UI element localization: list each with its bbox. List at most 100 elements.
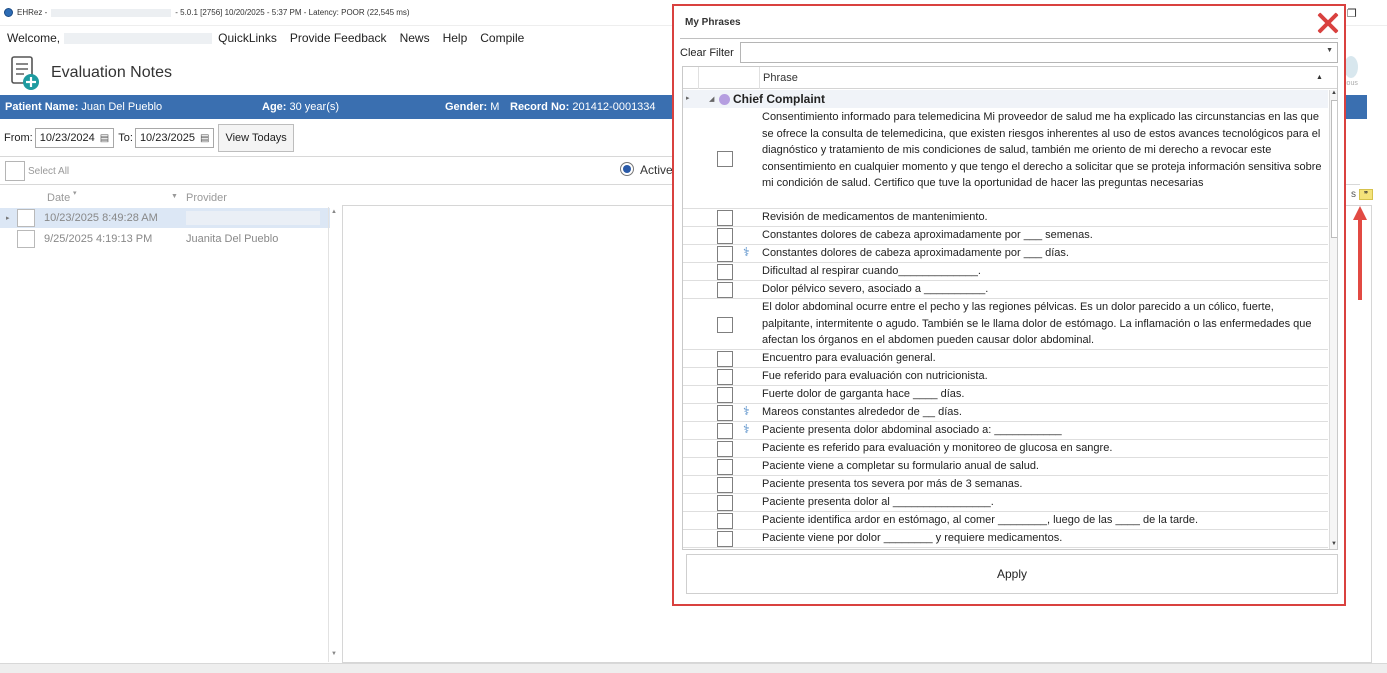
phrase-checkbox[interactable] [717, 317, 733, 333]
phrase-filter-dropdown[interactable]: ▼ [740, 42, 1338, 63]
phrase-row[interactable]: Paciente viene para seguimiento de sus c… [683, 548, 1328, 550]
phrase-row[interactable]: ⚕ Paciente presenta dolor abdominal asoci… [683, 422, 1328, 440]
phrase-text: Paciente presenta tos severa por más de … [762, 478, 1023, 490]
to-date-value: 10/23/2025 [139, 132, 195, 144]
phrase-row[interactable]: El dolor abdominal ocurre entre el pecho… [683, 299, 1328, 350]
view-todays-button[interactable]: View Todays [218, 124, 294, 152]
my-phrases-quote-icon[interactable]: ❞ [1359, 189, 1373, 200]
phrases-vertical-scrollbar[interactable]: ▲ ▼ [1329, 90, 1337, 549]
phrase-text: Fue referido para evaluación con nutrici… [762, 370, 988, 382]
filter-dropdown-icon[interactable]: ▼ [171, 193, 178, 200]
phrase-checkbox[interactable] [717, 369, 733, 385]
phrase-checkbox[interactable] [717, 513, 733, 529]
stethoscope-icon: ⚕ [743, 422, 750, 436]
column-date[interactable]: Date [47, 192, 70, 204]
divider [680, 38, 1338, 39]
phrase-row[interactable]: Constantes dolores de cabeza aproximadam… [683, 227, 1328, 245]
phrase-checkbox[interactable] [717, 495, 733, 511]
phrase-row[interactable]: Consentimiento informado para telemedici… [683, 109, 1328, 209]
phrase-text: Constantes dolores de cabeza aproximadam… [762, 247, 1069, 259]
select-all-row: Select All [0, 160, 69, 182]
phrase-row[interactable]: Encuentro para evaluación general. [683, 350, 1328, 368]
phrase-checkbox[interactable] [717, 477, 733, 493]
from-label: From: [4, 132, 33, 144]
chevron-down-icon[interactable]: ▼ [1326, 47, 1333, 54]
patient-gender: Gender: M [445, 101, 499, 113]
scroll-down-icon[interactable]: ▼ [1331, 541, 1337, 547]
phrase-text: El dolor abdominal ocurre entre el pecho… [762, 301, 1312, 346]
select-all-checkbox[interactable] [5, 161, 25, 181]
phrase-text: Consentimiento informado para telemedici… [762, 111, 1322, 189]
phrase-checkbox[interactable] [717, 264, 733, 280]
phrase-row[interactable]: Paciente presenta tos severa por más de … [683, 476, 1328, 494]
phrase-checkbox[interactable] [717, 549, 733, 550]
phrase-checkbox[interactable] [717, 210, 733, 226]
clear-filter-button[interactable]: Clear Filter [680, 42, 734, 64]
phrase-checkbox[interactable] [717, 351, 733, 367]
phrase-text: Paciente es referido para evaluación y m… [762, 442, 1113, 454]
restore-window-icon[interactable]: ❐ [1347, 7, 1357, 20]
redacted-user-name [64, 32, 213, 44]
phrase-row[interactable]: Revisión de medicamentos de mantenimient… [683, 209, 1328, 227]
phrase-row[interactable]: Paciente es referido para evaluación y m… [683, 440, 1328, 458]
patient-age: Age: 30 year(s) [262, 101, 339, 113]
phrase-checkbox[interactable] [717, 531, 733, 547]
phrase-row[interactable]: ⚕ Constantes dolores de cabeza aproximada… [683, 245, 1328, 263]
status-strip [0, 663, 1387, 673]
sort-ascending-icon[interactable]: ▲ [1316, 74, 1323, 81]
group-row-chief-complaint[interactable]: ▸ ◢ Chief Complaint [683, 90, 1328, 108]
menu-compile[interactable]: Compile [480, 31, 524, 45]
phrase-row[interactable]: Dolor pélvico severo, asociado a _______… [683, 281, 1328, 299]
note-row[interactable]: ▸ 10/23/2025 8:49:28 AM [0, 208, 330, 228]
from-date-field[interactable]: 10/23/2024 ▤ [34, 128, 115, 148]
to-date-field[interactable]: 10/23/2025 ▤ [134, 128, 215, 148]
phrase-row[interactable]: Paciente presenta dolor al _____________… [683, 494, 1328, 512]
phrase-checkbox[interactable] [717, 246, 733, 262]
close-icon[interactable] [1315, 10, 1341, 36]
note-row-checkbox[interactable] [17, 230, 35, 248]
apply-button[interactable]: Apply [686, 554, 1338, 594]
phrase-row[interactable]: ⚕ Mareos constantes alrededor de __ días. [683, 404, 1328, 422]
phrases-grid-header: Phrase ▲ [683, 67, 1337, 89]
column-separator [759, 67, 760, 89]
welcome-label: Welcome, [7, 31, 61, 45]
phrase-checkbox[interactable] [717, 387, 733, 403]
menu-help[interactable]: Help [443, 31, 468, 45]
phrase-checkbox[interactable] [717, 282, 733, 298]
note-row-checkbox[interactable] [17, 209, 35, 227]
scroll-down-icon[interactable]: ▼ [331, 651, 337, 657]
scroll-thumb[interactable] [1331, 100, 1337, 238]
menu-news[interactable]: News [400, 31, 430, 45]
active-radio[interactable] [620, 162, 634, 176]
phrase-checkbox[interactable] [717, 228, 733, 244]
menu-provide-feedback[interactable]: Provide Feedback [290, 31, 387, 45]
calendar-icon[interactable]: ▤ [200, 133, 209, 144]
scroll-up-icon[interactable]: ▲ [1331, 90, 1337, 96]
patient-record: Record No: 201412-0001334 [510, 101, 656, 113]
collapse-triangle-icon[interactable]: ◢ [709, 95, 714, 103]
phrase-row[interactable]: Fue referido para evaluación con nutrici… [683, 368, 1328, 386]
patient-record-label: Record No: [510, 101, 570, 113]
phrase-row[interactable]: Paciente viene por dolor ________ y requ… [683, 530, 1328, 548]
scroll-up-icon[interactable]: ▲ [331, 209, 337, 215]
evaluation-notes-icon [9, 55, 45, 91]
phrase-row[interactable]: Paciente identifica ardor en estómago, a… [683, 512, 1328, 530]
phrase-checkbox[interactable] [717, 423, 733, 439]
menu-quicklinks[interactable]: QuickLinks [218, 31, 277, 45]
notes-list-scrollbar[interactable]: ▲ ▼ [328, 207, 340, 662]
redacted-title [51, 8, 172, 17]
phrase-text: Paciente identifica ardor en estómago, a… [762, 514, 1199, 526]
phrase-checkbox[interactable] [717, 459, 733, 475]
previous-icon[interactable] [1344, 56, 1358, 78]
phrase-row[interactable]: Dificultad al respirar cuando___________… [683, 263, 1328, 281]
column-provider[interactable]: Provider [186, 192, 227, 204]
phrase-checkbox[interactable] [717, 151, 733, 167]
column-phrase[interactable]: Phrase [763, 72, 798, 84]
phrase-row[interactable]: Fuerte dolor de garganta hace ____ días. [683, 386, 1328, 404]
note-row[interactable]: 9/25/2025 4:19:13 PM Juanita Del Pueblo [0, 229, 330, 249]
phrase-row[interactable]: Paciente viene a completar su formulario… [683, 458, 1328, 476]
phrase-checkbox[interactable] [717, 441, 733, 457]
phrase-text: Paciente viene por dolor ________ y requ… [762, 532, 1063, 544]
calendar-icon[interactable]: ▤ [100, 133, 109, 144]
phrase-checkbox[interactable] [717, 405, 733, 421]
